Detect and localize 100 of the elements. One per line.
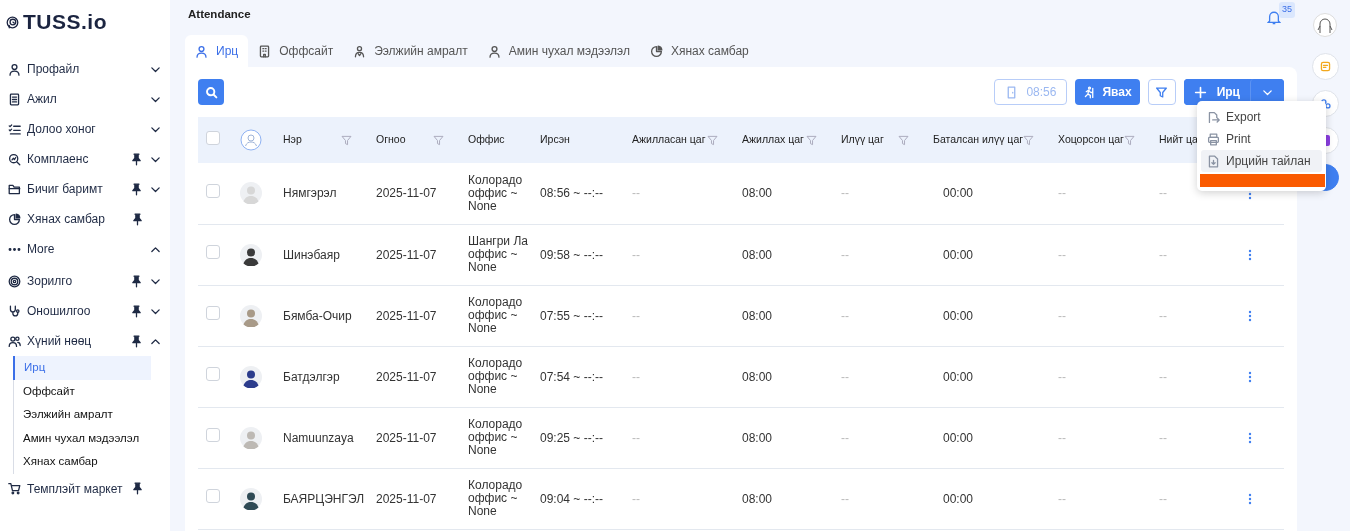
filter-icon[interactable]	[341, 134, 352, 146]
notes-button[interactable]	[1311, 53, 1339, 80]
column-header: Огноо	[376, 132, 406, 148]
more-options-icon[interactable]	[1248, 432, 1252, 445]
table-cell: --	[1159, 430, 1167, 445]
user-icon	[195, 44, 208, 58]
sidebar-item[interactable]: Бичиг баримт	[27, 180, 122, 198]
table-cell-text: 00:00	[942, 247, 974, 262]
table-cell: --	[632, 369, 640, 384]
table-cell-text: Колорадо оффис ~ None	[468, 296, 524, 335]
filter-icon[interactable]	[806, 134, 817, 146]
table-cell: --	[841, 308, 849, 323]
table-cell: 09:04 ~ --:--	[540, 491, 604, 506]
table-cell-text: 00:00	[942, 491, 974, 506]
tab[interactable]: Амин чухал мэдээлэл	[477, 35, 640, 67]
filter-icon[interactable]	[898, 134, 909, 146]
table-cell-text: Шангри Ла оффис ~ None	[468, 235, 529, 274]
column-header: Илүү цаг	[841, 132, 884, 148]
filter-icon	[1155, 85, 1169, 99]
avatar	[240, 304, 262, 327]
cart-icon	[8, 482, 21, 495]
checkbox[interactable]	[206, 428, 220, 442]
checkbox[interactable]	[206, 130, 220, 145]
submenu-item[interactable]: Амин чухал мэдээлэл	[14, 426, 162, 450]
search-icon	[204, 85, 218, 99]
sidebar-item[interactable]: Долоо хоног	[27, 120, 122, 138]
printer-icon	[1207, 132, 1220, 146]
magnifier-icon	[8, 152, 21, 166]
menu-item[interactable]: Export	[1201, 106, 1322, 128]
table-cell: --	[632, 491, 640, 506]
tab[interactable]: Ээлжийн амралт	[343, 35, 478, 67]
share-file-icon	[1207, 110, 1220, 124]
filter-icon[interactable]	[707, 134, 718, 146]
table-cell: 08:56 ~ --:--	[540, 186, 604, 201]
column-header: Нэр	[283, 132, 302, 148]
checkbox[interactable]	[206, 245, 220, 259]
checkbox[interactable]	[206, 367, 220, 381]
table-cell: 08:00	[742, 430, 773, 445]
table-cell: Шинэбаяр	[283, 247, 340, 262]
table-cell: --	[1058, 186, 1066, 201]
sidebar-item[interactable]: Зорилго	[27, 272, 122, 290]
table-cell: --	[841, 491, 849, 506]
more-options-icon[interactable]	[1248, 249, 1252, 262]
tab[interactable]: Ирц	[185, 35, 249, 67]
table-cell: 2025-11-07	[376, 369, 437, 384]
table-cell: 09:25 ~ --:--	[540, 430, 604, 445]
submenu-item[interactable]: Хянах самбар	[14, 450, 162, 474]
table-cell: --	[632, 430, 640, 445]
table-cell: 08:00	[742, 186, 773, 201]
plus-icon	[1193, 85, 1207, 99]
sidebar-item[interactable]: Комплаенс	[27, 150, 122, 168]
sidebar-item[interactable]: Темплэйт маркет	[27, 479, 123, 498]
search-button[interactable]	[198, 79, 224, 105]
more-options-icon[interactable]	[1248, 493, 1252, 506]
filter-icon[interactable]	[1023, 134, 1034, 146]
table-cell: Namuunzaya	[283, 430, 354, 445]
user-icon	[487, 44, 501, 58]
table-cell: --	[632, 308, 640, 323]
column-header: Хоцорсон цаг	[1058, 132, 1124, 148]
book-icon	[8, 92, 21, 106]
table-cell-text: Колорадо оффис ~ None	[468, 418, 524, 457]
sidebar-item[interactable]: Хянах самбар	[27, 210, 122, 228]
submenu-item[interactable]: Ирц	[13, 356, 151, 380]
tab[interactable]: Оффсайт	[248, 35, 344, 67]
more-options-icon[interactable]	[1248, 310, 1252, 323]
filter-icon[interactable]	[1124, 134, 1135, 146]
table-cell: Нямгэрэл	[283, 186, 337, 201]
building-icon	[258, 44, 272, 58]
page-title: Attendance	[188, 7, 251, 23]
submenu-item[interactable]: Оффсайт	[14, 379, 162, 403]
submenu-item[interactable]: Ээлжийн амралт	[14, 403, 162, 427]
filter-button[interactable]	[1147, 79, 1176, 105]
sidebar-item[interactable]: Ажил	[27, 90, 122, 108]
table-cell-text: Колорадо оффис ~ None	[468, 173, 524, 213]
table-cell: --	[1058, 247, 1066, 262]
pie-chart-icon	[8, 212, 21, 226]
filter-icon[interactable]	[433, 134, 444, 146]
column-header: Ажиллах цаг	[742, 132, 804, 148]
table-cell: --	[632, 186, 640, 201]
table-cell-text: Колорадо оффис ~ None	[468, 357, 524, 396]
table-cell: --	[841, 186, 849, 201]
avatar-icon[interactable]	[1313, 13, 1337, 37]
sidebar-item[interactable]: Хүний нөөц	[27, 332, 122, 350]
checkbox[interactable]	[206, 489, 220, 503]
sidebar-item[interactable]: Оношилгоо	[27, 302, 122, 320]
leave-button[interactable]: Явах	[1075, 79, 1140, 105]
avatar	[240, 243, 262, 266]
tab[interactable]: Хянах самбар	[639, 35, 759, 67]
table-cell: 2025-11-07	[376, 430, 437, 445]
table-cell: 2025-11-07	[376, 491, 437, 506]
more-options-icon[interactable]	[1248, 371, 1252, 384]
note-icon	[1318, 60, 1332, 73]
sidebar-item[interactable]: Профайл	[27, 60, 122, 78]
bell-icon[interactable]	[1267, 10, 1281, 26]
sidebar-item[interactable]: More	[27, 240, 122, 258]
checkbox[interactable]	[206, 306, 220, 320]
menu-item[interactable]: Ирцийн тайлан	[1201, 150, 1322, 172]
menu-item[interactable]: Print	[1201, 128, 1322, 150]
table-cell-text: 00:00	[942, 369, 974, 384]
checkbox[interactable]	[206, 183, 220, 198]
